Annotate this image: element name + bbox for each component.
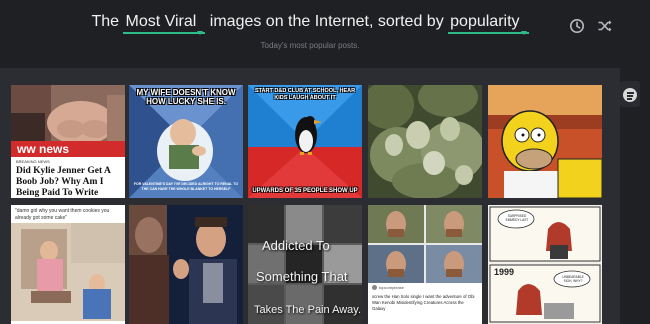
post-image	[368, 205, 482, 283]
post-image	[368, 85, 482, 198]
post-tile[interactable]: ww news BREAKING NEWS Did Kylie Jenner G…	[11, 85, 125, 198]
meme-top-caption: MY WIFE DOESN'T KNOW HOW LUCKY SHE IS.	[136, 88, 236, 106]
meme-bottom-caption: FOR VALENTINE'S DAY I'VE DECIDED ALRIGHT…	[133, 182, 239, 191]
quote-line-3: Takes The Pain Away.	[254, 304, 362, 316]
quote-line-2: Something That	[256, 269, 348, 284]
clock-icon[interactable]	[569, 18, 585, 34]
post-image	[248, 85, 362, 198]
post-avatar	[372, 285, 377, 290]
post-handle: topcomplease	[379, 285, 404, 290]
headline: The Most Viral images on the Internet, s…	[0, 13, 620, 35]
shuffle-icon[interactable]	[597, 18, 613, 34]
quote-line-1: Addicted To	[262, 238, 330, 253]
sort-subject-label[interactable]: Most Viral	[125, 13, 196, 30]
dropdown-caret-icon	[520, 31, 527, 35]
news-headline: Did Kylie Jenner Get A Boob Job? Why Am …	[16, 166, 111, 198]
comic-year: 1999	[494, 267, 515, 277]
post-tile[interactable]: "damn girl why you want them cookies you…	[11, 205, 125, 324]
sort-subject-dropdown[interactable]: Most Viral	[123, 13, 206, 35]
headline-prefix: The	[91, 13, 120, 30]
post-tile[interactable]: MY WIFE DOESN'T KNOW HOW LUCKY SHE IS. F…	[129, 85, 243, 198]
post-image	[488, 205, 602, 324]
post-tile[interactable]	[368, 85, 482, 198]
post-text: screw the Han Solo single I want the adv…	[372, 294, 475, 311]
post-image	[11, 223, 125, 321]
post-quote: "damn girl why you want them cookies you…	[15, 208, 110, 221]
chat-toggle-button[interactable]	[620, 81, 640, 107]
meme-bottom-caption: UPWARDS OF 35 PEOPLE SHOW UP	[252, 188, 358, 194]
post-tile[interactable]: topcomplease screw the Han Solo single I…	[368, 205, 482, 324]
sort-by-dropdown[interactable]: popularity	[448, 13, 529, 35]
post-image	[129, 205, 243, 324]
post-tile[interactable]: Addicted To Something That Takes The Pai…	[248, 205, 362, 324]
post-image	[488, 85, 602, 198]
post-tile[interactable]	[488, 85, 602, 198]
sort-by-label[interactable]: popularity	[450, 13, 519, 30]
news-label: BREAKING NEWS	[16, 159, 50, 164]
dropdown-caret-icon	[197, 31, 204, 35]
post-tile[interactable]: START D&D CLUB AT SCHOOL, HEAR KIDS LAUG…	[248, 85, 362, 198]
image-feed: ww news BREAKING NEWS Did Kylie Jenner G…	[0, 68, 620, 324]
news-badge: ww news	[11, 141, 125, 157]
comic-bubble-2: UNBEARABLE SIGH, WHY?	[562, 275, 584, 283]
post-image	[11, 85, 125, 143]
post-tile[interactable]	[129, 205, 243, 324]
page-subtitle: Today's most popular posts.	[260, 41, 360, 50]
comic-bubble-1: SURPRISED EMMEDY LAST	[505, 214, 529, 222]
post-tile[interactable]: SURPRISED EMMEDY LAST 1999 UNBEARABLE SI…	[488, 205, 602, 324]
headline-middle: images on the Internet, sorted by	[209, 13, 444, 30]
meme-top-caption: START D&D CLUB AT SCHOOL, HEAR KIDS LAUG…	[254, 88, 356, 101]
page-header: The Most Viral images on the Internet, s…	[0, 0, 650, 68]
chat-bubble-icon	[623, 88, 637, 102]
